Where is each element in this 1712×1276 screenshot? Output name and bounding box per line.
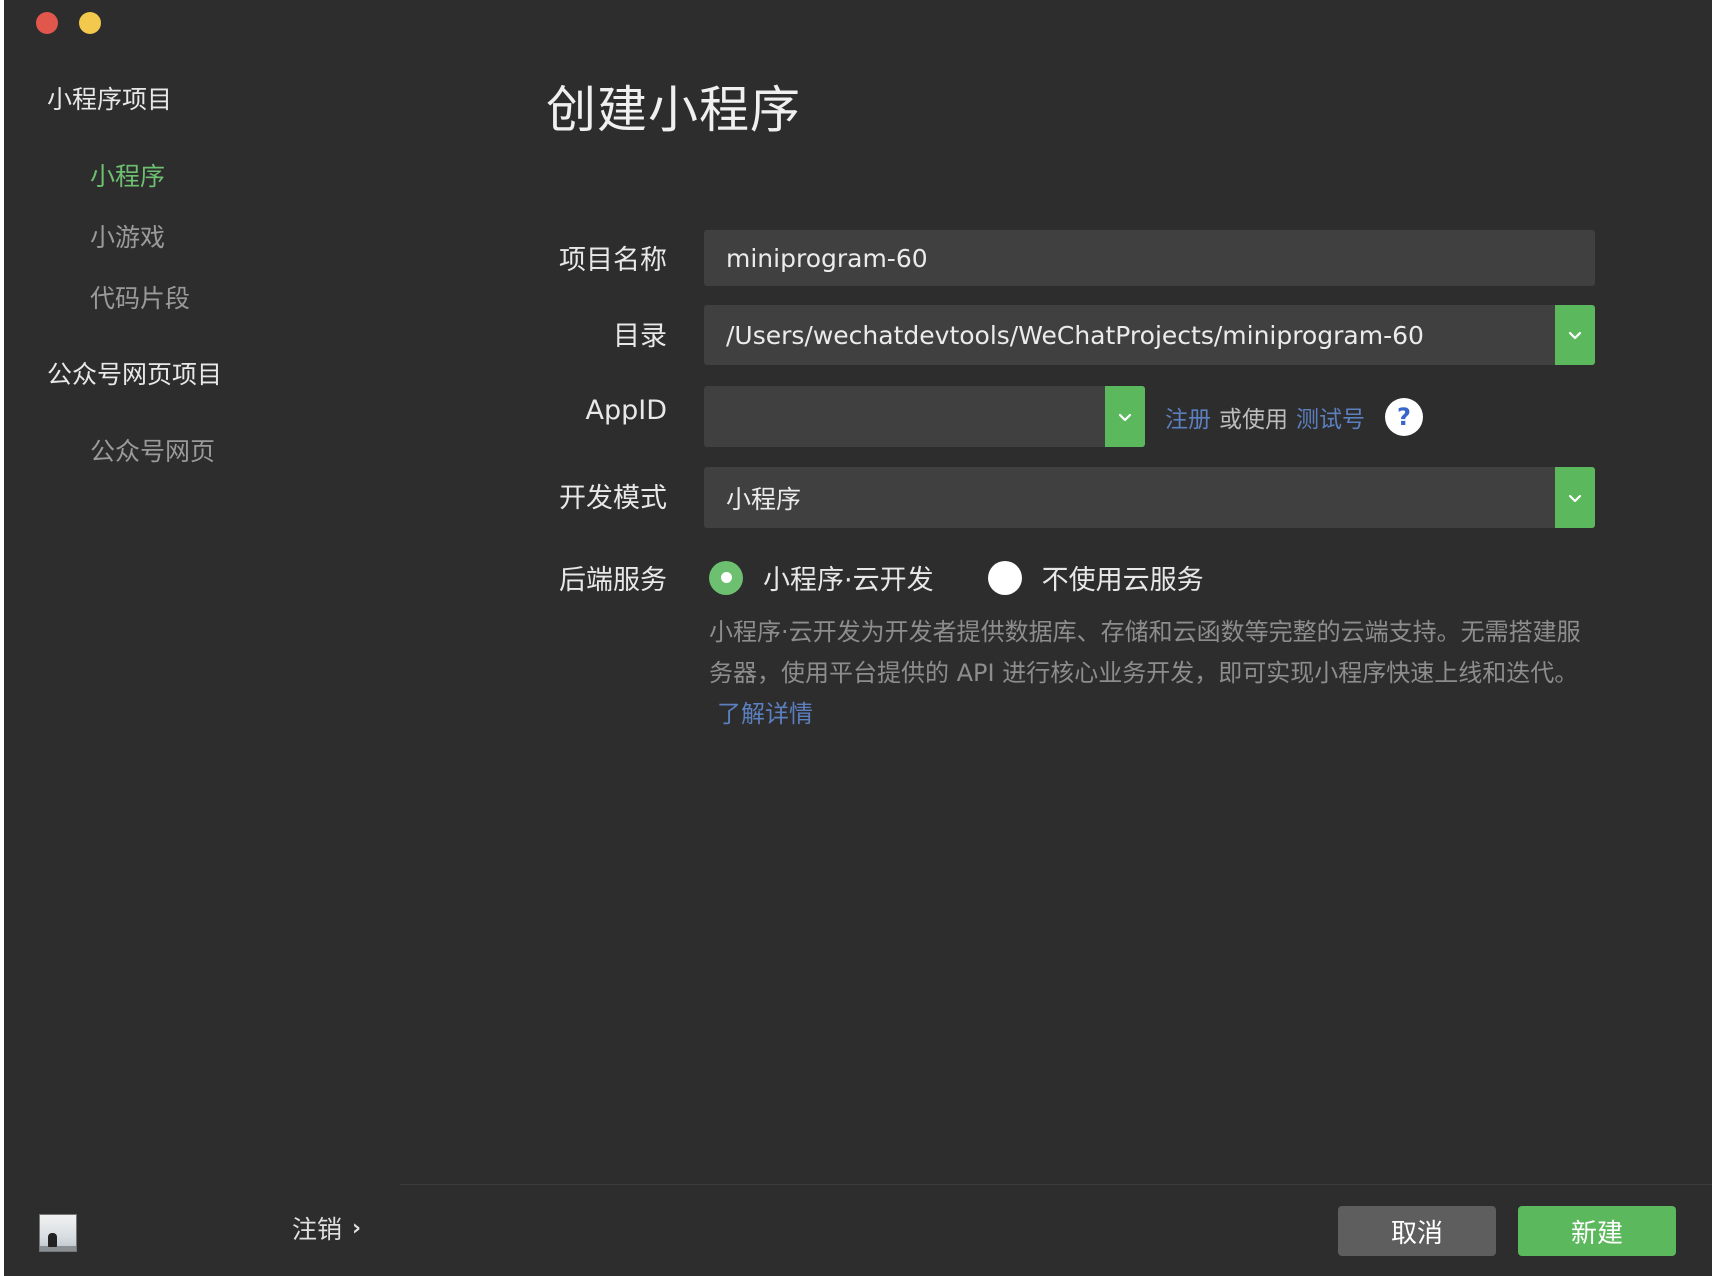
footer-divider [400,1184,1712,1185]
dev-mode-value: 小程序 [726,484,802,514]
chevron-down-icon [1568,494,1582,502]
chevron-down-icon [1118,413,1132,421]
radio-cloud-dev-label[interactable]: 小程序·云开发 [763,558,934,597]
sidebar-item-code-snippet[interactable]: 代码片段 [90,279,190,315]
backend-description-text: 小程序·云开发为开发者提供数据库、存储和云函数等完整的云端支持。无需搭建服务器，… [709,618,1581,687]
or-use-text: 或使用 [1219,407,1288,433]
dev-mode-label: 开发模式 [559,483,667,514]
sidebar-group-miniprogram-projects: 小程序项目 [47,85,173,114]
directory-value: /Users/wechatdevtools/WeChatProjects/min… [726,320,1424,350]
appid-select[interactable] [704,386,1145,447]
sidebar-group-official-account-projects: 公众号网页项目 [47,360,223,389]
radio-no-cloud-label[interactable]: 不使用云服务 [1042,558,1204,597]
cancel-button[interactable]: 取消 [1338,1206,1496,1256]
question-icon[interactable]: ? [1385,398,1423,436]
learn-more-link[interactable]: 了解详情 [717,700,813,728]
dev-mode-dropdown-button[interactable] [1555,467,1595,528]
logout-label: 注销 [292,1215,343,1244]
sidebar-footer: 注销 › [4,1186,400,1276]
chevron-down-icon [1568,331,1582,340]
project-name-value: miniprogram-60 [726,243,928,273]
create-project-window: 小程序项目 小程序 小游戏 代码片段 公众号网页项目 公众号网页 注销 › 创建… [4,0,1712,1276]
sidebar: 小程序项目 小程序 小游戏 代码片段 公众号网页项目 公众号网页 注销 › [4,0,400,1276]
sidebar-item-minigame[interactable]: 小游戏 [90,218,165,254]
avatar[interactable] [39,1214,77,1252]
test-account-link[interactable]: 测试号 [1296,400,1365,434]
directory-dropdown-button[interactable] [1555,305,1595,365]
appid-label: AppID [585,395,667,426]
create-button[interactable]: 新建 [1518,1206,1676,1256]
chevron-right-icon: › [352,1215,362,1241]
logout-button[interactable]: 注销 › [292,1210,361,1246]
appid-hint: 注册 或使用 测试号 ? [1165,398,1423,436]
radio-cloud-dev[interactable] [709,560,743,595]
directory-label: 目录 [613,321,667,352]
dev-mode-select[interactable]: 小程序 [704,467,1595,528]
project-name-input[interactable]: miniprogram-60 [704,230,1595,286]
sidebar-item-miniprogram[interactable]: 小程序 [90,157,165,193]
backend-description: 小程序·云开发为开发者提供数据库、存储和云函数等完整的云端支持。无需搭建服务器，… [709,612,1599,735]
radio-no-cloud[interactable] [987,560,1022,595]
directory-select[interactable]: /Users/wechatdevtools/WeChatProjects/min… [704,305,1595,365]
appid-dropdown-button[interactable] [1105,386,1145,447]
sidebar-item-official-account-webpage[interactable]: 公众号网页 [90,432,215,468]
backend-radio-group: 小程序·云开发 不使用云服务 [709,558,1204,597]
register-link[interactable]: 注册 [1165,400,1211,434]
backend-label: 后端服务 [559,565,667,596]
page-title: 创建小程序 [546,81,801,139]
project-name-label: 项目名称 [559,245,667,276]
